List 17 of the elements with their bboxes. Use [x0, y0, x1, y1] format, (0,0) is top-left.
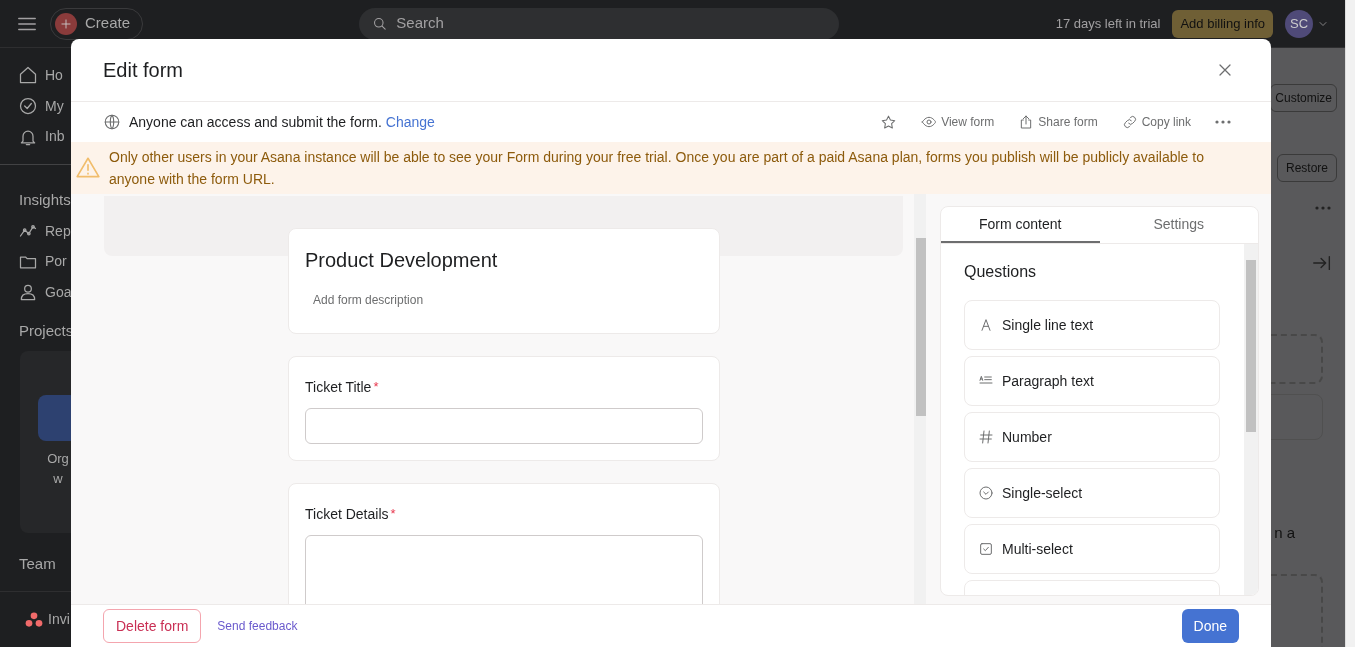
section-heading: Insights [19, 190, 71, 211]
form-title: Product Development [305, 248, 499, 273]
search-placeholder: Search [396, 13, 444, 34]
dialog-title: Edit form [103, 58, 184, 83]
warning-text: Only other users in your Asana instance will be able to see your Form during your free trial. Once you are part of a paid Asana plan, forms you publish will be publicly available to anyone with the form URL. [109, 148, 1205, 189]
text-fragment: n a [1274, 523, 1295, 543]
question-label: Ticket Title [305, 378, 372, 397]
required-mark: * [373, 378, 379, 396]
required-mark: * [390, 505, 396, 523]
trial-status: 17 days left in trial [1055, 14, 1161, 33]
project-name: Org [47, 449, 69, 468]
section-heading: Questions [964, 262, 1038, 282]
question-label: Ticket Details [305, 505, 389, 524]
section-heading: Team [19, 553, 56, 574]
access-text: Anyone can access and submit the form. Change [129, 112, 435, 132]
project-name: w [53, 469, 63, 488]
section-heading: Projects [19, 320, 74, 341]
